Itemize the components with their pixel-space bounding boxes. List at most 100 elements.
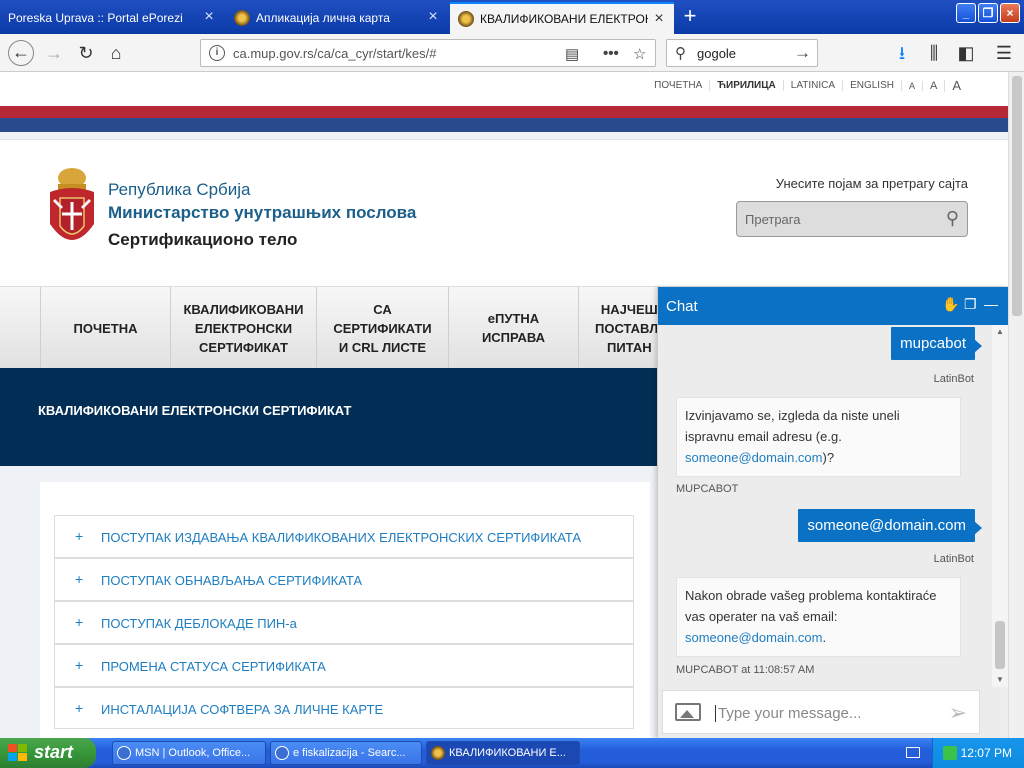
start-label: start [34, 742, 74, 762]
link-pocetna[interactable]: ПОЧЕТНА [647, 80, 711, 91]
message-meta: MUPCABOT at 11:08:57 AM [676, 664, 815, 676]
navigation-toolbar: ← → ↻ ⌂ i ca.mup.gov.rs/ca/ca_cyr/start/… [0, 34, 1024, 72]
accordion-item-promena-statusa[interactable]: + ПРОМЕНА СТАТУСА СЕРТИФИКАТА [54, 644, 634, 687]
search-icon[interactable]: ⚲ [946, 208, 959, 229]
accordion-item-instalacija[interactable]: + ИНСТАЛАЦИЈА СОФТВЕРА ЗА ЛИЧНЕ КАРТЕ [54, 687, 634, 729]
close-icon[interactable]: × [202, 9, 216, 25]
forward-icon[interactable]: → [42, 42, 66, 64]
site-search-label: Унесите појам за претрагу сајта [775, 176, 968, 191]
menu-icon[interactable]: ☰ [992, 42, 1016, 64]
tab-strip: Poreska Uprava :: Portal ePorezi × Аплик… [0, 0, 1024, 34]
reload-icon[interactable]: ↻ [74, 42, 98, 64]
restore-button[interactable]: ❐ [978, 3, 998, 23]
chat-message-input[interactable]: Type your message... ➢ [662, 690, 980, 734]
link-cyrillic[interactable]: ЋИРИЛИЦА [710, 80, 784, 91]
taskbar-item-fiskalizacija[interactable]: e fiskalizacija - Searc... [270, 741, 422, 765]
nav-item-ca-sertifikati[interactable]: СА СЕРТИФИКАТИ И CRL ЛИСТЕ [316, 287, 448, 369]
email-link[interactable]: someone@domain.com [685, 630, 822, 645]
scroll-down-icon[interactable]: ▼ [995, 675, 1005, 685]
url-text[interactable]: ca.mup.gov.rs/ca/ca_cyr/start/kes/# [233, 46, 437, 61]
accordion-label: ПОСТУПАК ДЕБЛОКАДЕ ПИН-а [101, 616, 297, 631]
nav-item-eputna[interactable]: еПУТНА ИСПРАВА [448, 287, 578, 369]
home-icon[interactable]: ⌂ [104, 42, 128, 64]
flag-border [0, 132, 1008, 140]
close-window-button[interactable]: × [1000, 3, 1020, 23]
system-tray: 12:07 PM [932, 738, 1024, 768]
ie-icon [275, 746, 289, 760]
accordion-item-izdavanje[interactable]: + ПОСТУПАК ИЗДАВАЊА КВАЛИФИКОВАНИХ ЕЛЕКТ… [54, 515, 634, 558]
chat-input-placeholder: Type your message... [715, 705, 861, 722]
keyboard-icon[interactable] [906, 747, 920, 758]
chat-scrollbar-thumb[interactable] [995, 621, 1005, 669]
image-upload-icon[interactable] [675, 703, 701, 721]
send-icon[interactable]: ➢ [949, 700, 967, 726]
accordion-item-obnavljanje[interactable]: + ПОСТУПАК ОБНАВЉАЊА СЕРТИФИКАТА [54, 558, 634, 601]
library-icon[interactable]: ⫼ [922, 42, 946, 64]
search-value[interactable]: gogole [697, 46, 736, 61]
accordion-item-deblokada[interactable]: + ПОСТУПАК ДЕБЛОКАДЕ ПИН-а [54, 601, 634, 644]
email-link[interactable]: someone@domain.com [685, 450, 822, 465]
close-icon[interactable]: × [426, 9, 440, 25]
link-latinica[interactable]: LATINICA [784, 80, 844, 91]
page-actions-icon[interactable]: ••• [603, 45, 619, 62]
bot-message-text: Izvinjavamo se, izgleda da niste uneli i… [685, 408, 900, 444]
expand-icon: + [75, 528, 84, 544]
reader-view-icon[interactable]: ▤ [565, 45, 579, 63]
bot-message-text: Nakon obrade vašeg problema kontaktiraće… [685, 588, 937, 624]
sidebar-icon[interactable]: ◧ [954, 42, 978, 64]
nav-item-pocetna[interactable]: ПОЧЕТНА [40, 287, 170, 369]
info-icon[interactable]: i [209, 45, 225, 61]
bookmark-star-icon[interactable]: ☆ [633, 45, 646, 63]
search-icon: ⚲ [675, 45, 686, 62]
accordion-label: ПРОМЕНА СТАТУСА СЕРТИФИКАТА [101, 659, 326, 674]
site-search-placeholder: Претрага [745, 212, 801, 227]
taskbar-item-msn[interactable]: MSN | Outlook, Office... [112, 741, 266, 765]
accordion-label: ПОСТУПАК ОБНАВЉАЊА СЕРТИФИКАТА [101, 573, 363, 588]
accordion-label: ИНСТАЛАЦИЈА СОФТВЕРА ЗА ЛИЧНЕ КАРТЕ [101, 702, 384, 717]
link-english[interactable]: ENGLISH [843, 80, 902, 91]
header-line-ministry: Министарство унутрашњих послова [108, 203, 417, 222]
expand-icon: + [75, 700, 84, 716]
ie-icon [117, 746, 131, 760]
expand-icon: + [75, 571, 84, 587]
bot-message: Izvinjavamo se, izgleda da niste uneli i… [676, 397, 961, 477]
message-meta: MUPCABOT [676, 483, 739, 495]
popout-icon[interactable]: ❐ [964, 296, 977, 313]
downloads-icon[interactable]: ⭳ [890, 42, 914, 64]
start-button[interactable]: start [0, 738, 96, 768]
search-input[interactable]: ⚲ gogole → [666, 39, 818, 67]
network-icon[interactable] [943, 746, 957, 760]
language-links: ПОЧЕТНА ЋИРИЛИЦА LATINICA ENGLISH A A A [647, 78, 968, 93]
windows-taskbar: start MSN | Outlook, Office... e fiskali… [0, 738, 1024, 768]
windows-logo-icon [8, 744, 27, 761]
scroll-up-icon[interactable]: ▲ [995, 327, 1005, 337]
tab-poreska[interactable]: Poreska Uprava :: Portal ePorezi × [0, 2, 224, 34]
site-search-input[interactable]: Претрага ⚲ [736, 201, 968, 237]
tab-kvalifikovani[interactable]: КВАЛИФИКОВАНИ ЕЛЕКТРОНСКИ × [450, 2, 674, 34]
back-icon[interactable]: ← [8, 40, 34, 66]
nav-item-kvalifikovani[interactable]: КВАЛИФИКОВАНИ ЕЛЕКТРОНСКИ СЕРТИФИКАТ [170, 287, 316, 369]
address-bar[interactable]: i ca.mup.gov.rs/ca/ca_cyr/start/kes/# ▤ … [200, 39, 656, 67]
minimize-button[interactable]: _ [956, 3, 976, 23]
clock[interactable]: 12:07 PM [961, 746, 1012, 760]
taskbar-item-label: КВАЛИФИКОВАНИ Е... [449, 747, 566, 759]
font-size-medium[interactable]: A [923, 79, 946, 92]
scrollbar-thumb[interactable] [1012, 76, 1022, 316]
coat-of-arms-icon [458, 11, 474, 27]
page-scrollbar[interactable] [1008, 72, 1024, 738]
new-tab-button[interactable]: + [676, 4, 704, 30]
bot-message: Nakon obrade vašeg problema kontaktiraće… [676, 577, 961, 657]
coat-of-arms-icon [234, 10, 250, 26]
font-size-small[interactable]: A [902, 80, 923, 91]
taskbar-item-kvalifikovani[interactable]: КВАЛИФИКОВАНИ Е... [426, 741, 580, 765]
hand-icon[interactable]: ✋ [942, 296, 959, 313]
minimize-chat-icon[interactable]: — [984, 296, 998, 312]
flag-stripe [0, 106, 1008, 132]
header-line-republic: Република Србија [108, 180, 251, 199]
font-size-large[interactable]: A [945, 78, 968, 93]
tab-licna-karta[interactable]: Апликација лична карта × [226, 2, 448, 34]
chat-scrollbar[interactable]: ▲ ▼ [992, 325, 1008, 687]
close-icon[interactable]: × [652, 11, 666, 27]
tab-label: Апликација лична карта [256, 11, 390, 25]
search-go-icon[interactable]: → [794, 43, 811, 63]
